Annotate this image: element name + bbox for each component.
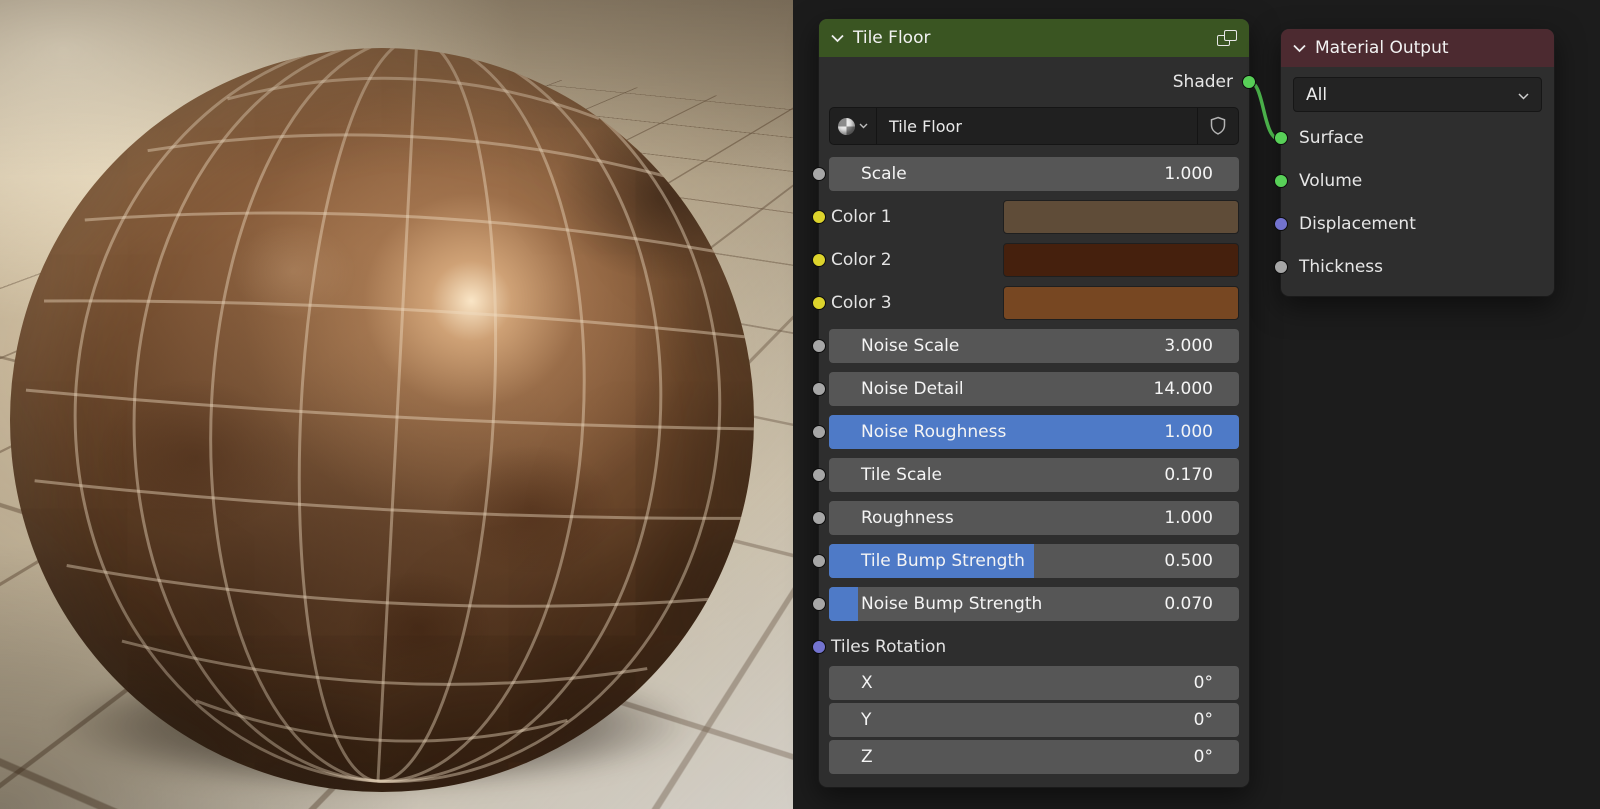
input-socket-tile-bump-strength[interactable]	[812, 554, 826, 568]
material-browse-button[interactable]	[830, 108, 877, 144]
input-socket-tiles-rotation[interactable]	[812, 640, 826, 654]
row-tiles-rotation: Tiles Rotation	[812, 630, 1239, 664]
collapse-chevron-icon[interactable]	[831, 34, 844, 43]
slider-roughness[interactable]: Roughness 1.000	[829, 501, 1239, 535]
row-color-3: Color 3	[812, 286, 1239, 320]
material-output-node-header[interactable]: Material Output	[1281, 29, 1554, 67]
material-selector: Tile Floor	[829, 107, 1239, 145]
node-group-icon	[1217, 30, 1237, 46]
shader-output-label: Shader	[1172, 72, 1233, 92]
row-rotation-y: Y 0°	[829, 703, 1239, 737]
tile-floor-node-header[interactable]: Tile Floor	[819, 19, 1249, 57]
row-noise-detail: Noise Detail 14.000	[812, 372, 1239, 406]
rotation-z-field[interactable]: Z 0°	[829, 740, 1239, 774]
fake-user-button[interactable]	[1197, 108, 1238, 144]
shader-output-row: Shader	[829, 57, 1256, 107]
tiles-rotation-vector: X 0° Y 0° Z 0°	[829, 666, 1239, 774]
row-noise-bump-strength: Noise Bump Strength 0.070	[812, 587, 1239, 621]
input-socket-noise-detail[interactable]	[812, 382, 826, 396]
slider-tile-scale[interactable]: Tile Scale 0.170	[829, 458, 1239, 492]
slider-noise-scale[interactable]: Noise Scale 3.000	[829, 329, 1239, 363]
displacement-input-socket[interactable]	[1274, 216, 1288, 231]
color-swatch-2[interactable]	[1003, 243, 1239, 277]
row-tile-scale: Tile Scale 0.170	[812, 458, 1239, 492]
preview-sphere	[10, 48, 754, 792]
material-name-field[interactable]: Tile Floor	[877, 108, 1197, 144]
shader-output-socket[interactable]	[1242, 75, 1256, 89]
input-socket-noise-roughness[interactable]	[812, 425, 826, 439]
color-swatch-1[interactable]	[1003, 200, 1239, 234]
row-scale: Scale 1.000	[812, 157, 1239, 191]
input-socket-noise-bump-strength[interactable]	[812, 597, 826, 611]
input-socket-roughness[interactable]	[812, 511, 826, 525]
3d-viewport[interactable]	[0, 0, 793, 809]
row-noise-scale: Noise Scale 3.000	[812, 329, 1239, 363]
chevron-down-icon	[1518, 85, 1529, 105]
blender-window: Tile Floor Shader Tile Floor Scale 1.000…	[0, 0, 1600, 809]
input-socket-tile-scale[interactable]	[812, 468, 826, 482]
row-roughness: Roughness 1.000	[812, 501, 1239, 535]
slider-noise-detail[interactable]: Noise Detail 14.000	[829, 372, 1239, 406]
row-color-2: Color 2	[812, 243, 1239, 277]
slider-noise-roughness[interactable]: Noise Roughness 1.000	[829, 415, 1239, 449]
chevron-down-icon	[859, 123, 868, 129]
input-socket-scale[interactable]	[812, 167, 826, 181]
thickness-input-socket[interactable]	[1274, 259, 1288, 274]
sphere-tile-grid	[25, 48, 754, 783]
volume-input-socket[interactable]	[1274, 173, 1288, 188]
node-tile-floor[interactable]: Tile Floor Shader Tile Floor Scale 1.000…	[812, 18, 1256, 788]
slider-tile-bump-strength[interactable]: Tile Bump Strength 0.500	[829, 544, 1239, 578]
collapse-chevron-icon[interactable]	[1293, 44, 1306, 53]
row-color-1: Color 1	[812, 200, 1239, 234]
node-title: Material Output	[1315, 38, 1449, 58]
node-title: Tile Floor	[853, 28, 931, 48]
shader-node-editor[interactable]: Tile Floor Shader Tile Floor Scale 1.000…	[793, 0, 1600, 809]
input-socket-color-2[interactable]	[812, 253, 826, 267]
node-material-output[interactable]: Material Output All Surface Volume Displ…	[1274, 28, 1555, 297]
row-surface: Surface	[1274, 116, 1542, 159]
row-rotation-x: X 0°	[829, 666, 1239, 700]
input-socket-noise-scale[interactable]	[812, 339, 826, 353]
output-target-dropdown[interactable]: All	[1293, 77, 1542, 112]
input-socket-color-1[interactable]	[812, 210, 826, 224]
material-icon	[838, 117, 855, 135]
slider-noise-bump-strength[interactable]: Noise Bump Strength 0.070	[829, 587, 1239, 621]
color-swatch-3[interactable]	[1003, 286, 1239, 320]
row-thickness: Thickness	[1274, 245, 1542, 288]
row-volume: Volume	[1274, 159, 1542, 202]
rotation-y-field[interactable]: Y 0°	[829, 703, 1239, 737]
input-socket-color-3[interactable]	[812, 296, 826, 310]
row-rotation-z: Z 0°	[829, 740, 1239, 774]
surface-input-socket[interactable]	[1274, 130, 1288, 145]
slider-scale[interactable]: Scale 1.000	[829, 157, 1239, 191]
rotation-x-field[interactable]: X 0°	[829, 666, 1239, 700]
shield-icon	[1210, 116, 1226, 135]
row-tile-bump-strength: Tile Bump Strength 0.500	[812, 544, 1239, 578]
row-noise-roughness: Noise Roughness 1.000	[812, 415, 1239, 449]
row-displacement: Displacement	[1274, 202, 1542, 245]
